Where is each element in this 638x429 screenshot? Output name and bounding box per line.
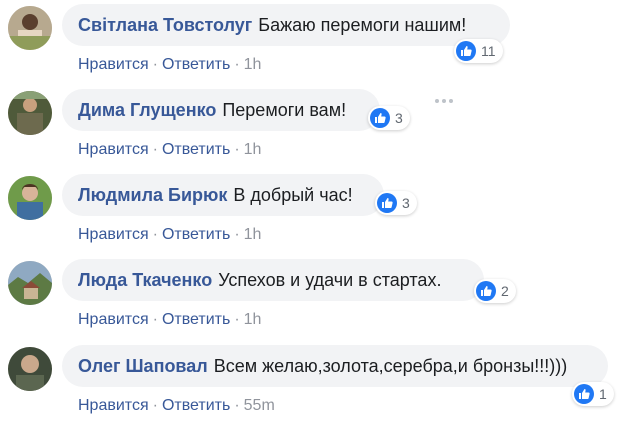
reaction-number: 2	[501, 283, 509, 299]
reply-link[interactable]: Ответить	[162, 226, 230, 243]
separator: ·	[152, 56, 158, 73]
separator: ·	[234, 141, 240, 158]
comment-item: Олег Шаповал Всем желаю,золота,серебра,и…	[0, 345, 638, 429]
comment-actions: Нравится · Ответить · 1h	[78, 56, 261, 74]
comment-item: Люда Ткаченко Успехов и удачи в стартах.…	[0, 259, 638, 343]
thumbs-up-icon	[476, 281, 496, 301]
timestamp[interactable]: 1h	[244, 226, 262, 243]
thumbs-up-icon	[456, 41, 476, 61]
comment-author[interactable]: Дима Глущенко	[78, 100, 216, 121]
separator: ·	[234, 56, 240, 73]
comment-actions: Нравится · Ответить · 55m	[78, 397, 275, 415]
avatar[interactable]	[8, 176, 52, 220]
timestamp[interactable]: 1h	[244, 141, 262, 158]
comment-text: Бажаю перемоги нашим!	[258, 14, 467, 35]
reaction-count[interactable]: 3	[375, 191, 417, 215]
reaction-count[interactable]: 3	[368, 106, 410, 130]
comment-author[interactable]: Олег Шаповал	[78, 356, 208, 377]
more-options-icon[interactable]	[435, 96, 455, 106]
timestamp[interactable]: 1h	[244, 311, 262, 328]
separator: ·	[152, 226, 158, 243]
timestamp[interactable]: 55m	[244, 397, 275, 414]
comment-item: Дима Глущенко Перемоги вам! 3 Нравится · О…	[0, 89, 638, 173]
reaction-number: 1	[599, 386, 607, 402]
separator: ·	[152, 141, 158, 158]
comment-bubble: Люда Ткаченко Успехов и удачи в стартах.	[62, 259, 484, 301]
reply-link[interactable]: Ответить	[162, 141, 230, 158]
separator: ·	[234, 226, 240, 243]
comment-bubble: Світлана Товстолуг Бажаю перемоги нашим!	[62, 4, 510, 46]
comment-actions: Нравится · Ответить · 1h	[78, 141, 261, 159]
comment-author[interactable]: Люда Ткаченко	[78, 270, 212, 291]
comment-bubble: Олег Шаповал Всем желаю,золота,серебра,и…	[62, 345, 608, 387]
comment-item: Людмила Бирюк В добрый час! 3 Нравится · О…	[0, 174, 638, 258]
reaction-count[interactable]: 1	[572, 382, 614, 406]
comment-author[interactable]: Людмила Бирюк	[78, 185, 227, 206]
like-link[interactable]: Нравится	[78, 311, 149, 328]
comment-text: В добрый час!	[233, 184, 353, 205]
like-link[interactable]: Нравится	[78, 141, 149, 158]
separator: ·	[234, 311, 240, 328]
like-link[interactable]: Нравится	[78, 56, 149, 73]
reply-link[interactable]: Ответить	[162, 56, 230, 73]
thumbs-up-icon	[377, 193, 397, 213]
like-link[interactable]: Нравится	[78, 226, 149, 243]
like-link[interactable]: Нравится	[78, 397, 149, 414]
separator: ·	[152, 311, 158, 328]
avatar[interactable]	[8, 6, 52, 50]
avatar[interactable]	[8, 91, 52, 135]
reaction-number: 3	[402, 195, 410, 211]
comment-item: Світлана Товстолуг Бажаю перемоги нашим!…	[0, 4, 638, 88]
reply-link[interactable]: Ответить	[162, 397, 230, 414]
thumbs-up-icon	[370, 108, 390, 128]
comment-actions: Нравится · Ответить · 1h	[78, 226, 261, 244]
reaction-count[interactable]: 2	[474, 279, 516, 303]
timestamp[interactable]: 1h	[244, 56, 262, 73]
avatar[interactable]	[8, 347, 52, 391]
comment-actions: Нравится · Ответить · 1h	[78, 311, 261, 329]
reaction-number: 11	[481, 43, 496, 59]
comment-text: Перемоги вам!	[222, 99, 347, 120]
reply-link[interactable]: Ответить	[162, 311, 230, 328]
thumbs-up-icon	[574, 384, 594, 404]
reaction-count[interactable]: 11	[454, 39, 503, 63]
comment-bubble: Дима Глущенко Перемоги вам!	[62, 89, 380, 131]
avatar[interactable]	[8, 261, 52, 305]
reaction-number: 3	[395, 110, 403, 126]
separator: ·	[152, 397, 158, 414]
comment-text: Успехов и удачи в стартах.	[218, 269, 442, 290]
comment-text: Всем желаю,золота,серебра,и бронзы!!!)))	[213, 355, 568, 376]
separator: ·	[234, 397, 240, 414]
comment-author[interactable]: Світлана Товстолуг	[78, 15, 252, 36]
comment-bubble: Людмила Бирюк В добрый час!	[62, 174, 384, 216]
